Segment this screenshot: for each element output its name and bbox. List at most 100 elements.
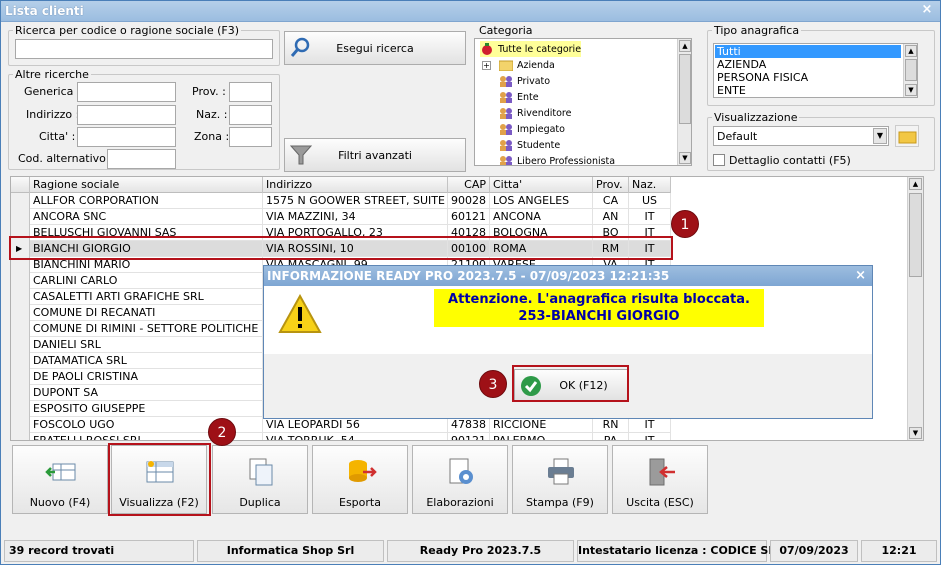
category-item[interactable]: Impiegato [499, 121, 565, 137]
table-cell: CASALETTI ARTI GRAFICHE SRL [30, 289, 263, 305]
category-item[interactable]: Ente [499, 89, 539, 105]
row-selector[interactable] [11, 273, 30, 289]
citta-input[interactable] [77, 127, 176, 147]
categoria-legend: Categoria [479, 24, 533, 37]
table-cell: 60121 [448, 209, 490, 225]
col-header[interactable]: Indirizzo [263, 177, 448, 193]
table-row[interactable]: FRATELLI ROSSI SRL VIA TORRUK, 54 90121 PAL… [11, 433, 671, 440]
close-icon[interactable]: × [855, 266, 866, 286]
status-product: Ready Pro 2023.7.5 [387, 540, 574, 562]
exit-button-label: Uscita (ESC) [626, 496, 694, 509]
indirizzo-input[interactable] [77, 105, 176, 125]
table-row[interactable]: FOSCOLO UGO VIA LEOPARDI 56 47838 RICCIONE R… [11, 417, 671, 433]
scroll-thumb[interactable] [679, 54, 691, 124]
close-icon[interactable]: × [920, 3, 934, 17]
scroll-down-icon[interactable]: ▼ [909, 427, 922, 439]
row-selector[interactable] [11, 401, 30, 417]
funnel-icon [289, 145, 313, 165]
prov-input[interactable] [229, 82, 272, 102]
chevron-down-icon[interactable]: ▼ [873, 128, 887, 144]
detail-contacts-checkbox[interactable] [713, 154, 725, 166]
scroll-thumb[interactable] [909, 193, 922, 277]
row-selector[interactable] [11, 337, 30, 353]
exit-door-icon [649, 458, 675, 486]
category-all[interactable]: Tutte le categorie [480, 41, 582, 57]
col-header[interactable]: CAP [448, 177, 490, 193]
categoria-tree[interactable]: Tutte le categorie + Azienda Privato Ent… [474, 38, 692, 166]
table-cell: RICCIONE [490, 417, 593, 433]
row-selector[interactable] [11, 305, 30, 321]
table-cell: PALERMO [490, 433, 593, 440]
exit-button[interactable]: Uscita (ESC) [612, 445, 708, 514]
row-selector[interactable] [11, 417, 30, 433]
new-button[interactable]: Nuovo (F4) [12, 445, 108, 514]
cod-alternativo-input[interactable] [107, 149, 176, 169]
search-input[interactable] [15, 39, 273, 59]
categoria-scrollbar[interactable]: ▲ ▼ [677, 39, 691, 165]
col-header[interactable]: Ragione sociale [30, 177, 263, 193]
zona-input[interactable] [229, 127, 272, 147]
other-search-legend: Altre ricerche [15, 68, 89, 81]
duplicate-button[interactable]: Duplica [212, 445, 308, 514]
scroll-up-icon[interactable]: ▲ [909, 178, 922, 190]
users-icon [499, 107, 513, 119]
category-label: Ente [517, 91, 539, 103]
table-cell: PA [593, 433, 629, 440]
row-selector[interactable] [11, 321, 30, 337]
processing-button[interactable]: Elaborazioni [412, 445, 508, 514]
category-item[interactable]: Privato [499, 73, 550, 89]
filters-button[interactable]: Filtri avanzati [284, 138, 466, 172]
grid-scrollbar[interactable]: ▲ ▼ [907, 177, 923, 440]
col-header[interactable]: Prov. [593, 177, 629, 193]
table-row[interactable]: ANCORA SNC VIA MAZZINI, 34 60121 ANCONA AN IT [11, 209, 671, 225]
row-selector[interactable] [11, 385, 30, 401]
row-selector[interactable] [11, 209, 30, 225]
tipo-item-selected[interactable]: Tutti [715, 45, 901, 58]
table-row[interactable]: ALLFOR CORPORATION 1575 N GOOWER STREET, … [11, 193, 671, 209]
category-item[interactable]: Rivenditore [499, 105, 571, 121]
export-button[interactable]: Esporta [312, 445, 408, 514]
scroll-down-icon[interactable]: ▼ [679, 152, 691, 164]
tipo-scrollbar[interactable]: ▲ ▼ [903, 44, 917, 97]
print-button[interactable]: Stampa (F9) [512, 445, 608, 514]
scroll-up-icon[interactable]: ▲ [679, 40, 691, 52]
category-item[interactable]: Azienda [498, 57, 555, 73]
visualizzazione-value: Default [717, 130, 758, 143]
search-button[interactable]: Esegui ricerca [284, 31, 466, 65]
col-header[interactable]: Citta' [490, 177, 593, 193]
tipo-legend: Tipo anagrafica [714, 24, 800, 37]
table-cell: 90121 [448, 433, 490, 440]
step-badge-2: 2 [208, 418, 236, 446]
generica-input[interactable] [77, 82, 176, 102]
row-selector[interactable] [11, 369, 30, 385]
step-badge-1: 1 [671, 210, 699, 238]
table-cell: 90028 [448, 193, 490, 209]
table-cell: VIA LEOPARDI 56 [263, 417, 448, 433]
tipo-item[interactable]: PERSONA FISICA [717, 71, 808, 84]
print-button-label: Stampa (F9) [526, 496, 594, 509]
row-selector[interactable] [11, 289, 30, 305]
scroll-up-icon[interactable]: ▲ [905, 45, 917, 57]
row-selector[interactable] [11, 433, 30, 440]
naz-input[interactable] [229, 105, 272, 125]
table-cell: IT [629, 209, 671, 225]
row-selector[interactable] [11, 353, 30, 369]
table-cell: ANCORA SNC [30, 209, 263, 225]
scroll-thumb[interactable] [905, 59, 917, 81]
warning-icon [278, 294, 322, 333]
row-selector-header [11, 177, 30, 193]
tipo-item[interactable]: ENTE [717, 84, 746, 97]
expand-icon[interactable]: + [482, 61, 491, 70]
tipo-list[interactable]: Tutti AZIENDA PERSONA FISICA ENTE ▲ ▼ [713, 43, 918, 98]
row-selector[interactable] [11, 193, 30, 209]
scroll-down-icon[interactable]: ▼ [905, 84, 917, 96]
category-item[interactable]: Libero Professionista [499, 153, 615, 165]
col-header[interactable]: Naz. [629, 177, 671, 193]
cod-alternativo-label: Cod. alternativo : [18, 152, 114, 165]
table-cell: DANIELI SRL [30, 337, 263, 353]
tipo-item[interactable]: AZIENDA [717, 58, 766, 71]
table-cell: COMUNE DI RIMINI - SETTORE POLITICHE S..… [30, 321, 263, 337]
visualizzazione-select[interactable]: Default ▼ [713, 126, 889, 146]
open-folder-button[interactable] [895, 125, 919, 147]
category-item[interactable]: Studente [499, 137, 560, 153]
